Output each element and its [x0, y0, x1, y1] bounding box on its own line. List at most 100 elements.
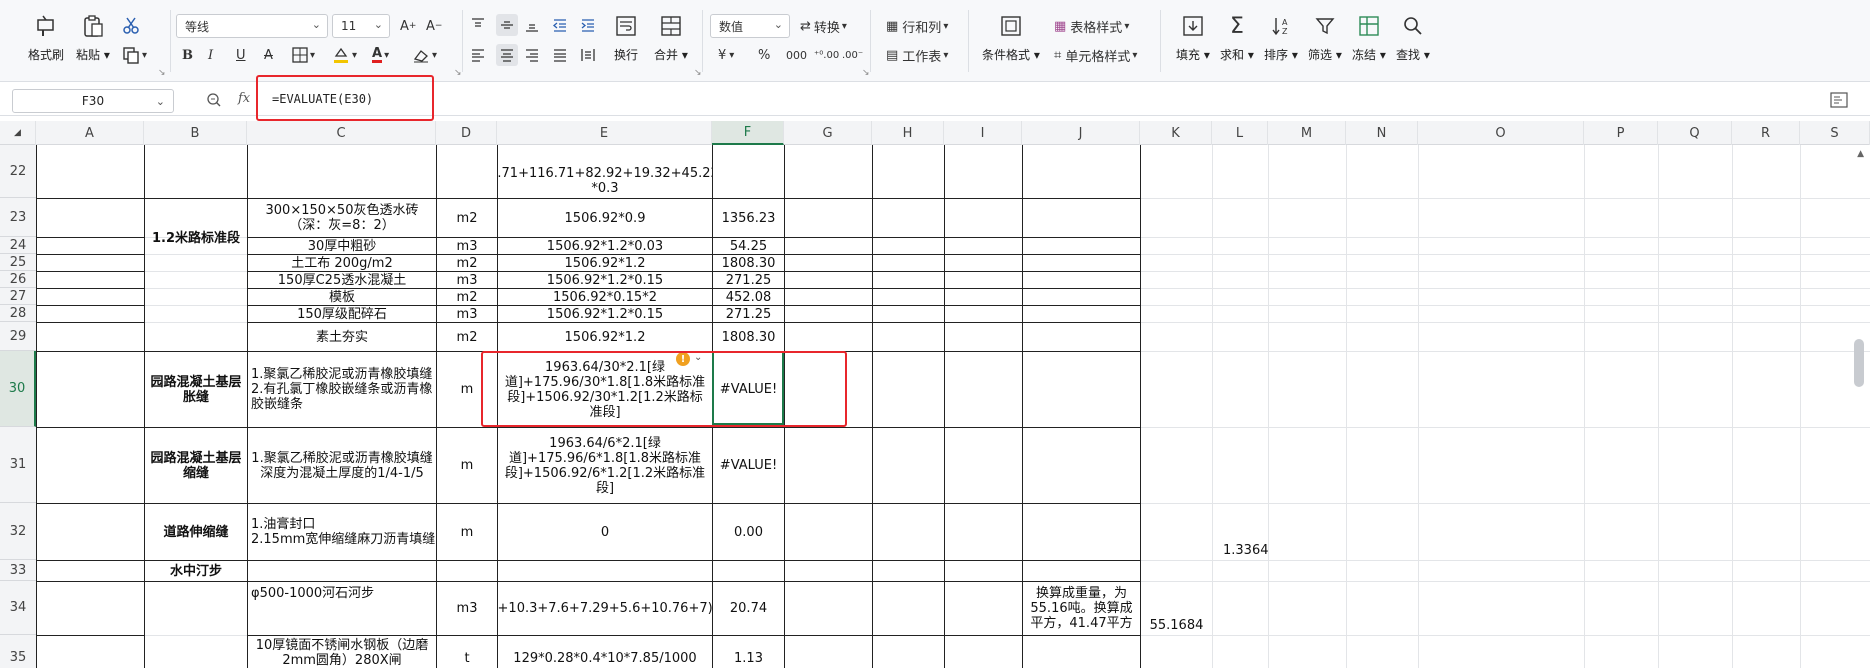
cell-b31[interactable]: 园路混凝土基层缩缝 — [145, 428, 247, 503]
cell-style-button[interactable]: ⌗ 单元格样式 ▾ — [1054, 44, 1137, 66]
number-format-dropdown[interactable]: 数值 ⌄ — [710, 14, 790, 38]
cell-b30[interactable]: 园路混凝土基层胀缝 — [145, 352, 247, 427]
cell-f31[interactable]: #VALUE! — [713, 428, 784, 503]
cell-b33[interactable]: 水中汀步 — [145, 561, 247, 581]
cell-f25[interactable]: 1808.30 — [713, 255, 784, 271]
percent-icon[interactable]: % — [758, 44, 770, 66]
sum-button[interactable]: Σ 求和 ▾ — [1220, 12, 1254, 63]
column-header-f[interactable]: F — [712, 121, 784, 145]
row-header-27[interactable]: 27 — [0, 288, 36, 305]
alignment-dialog-launcher[interactable]: ↘ — [694, 68, 702, 78]
cell-c30[interactable]: 1.聚氯乙稀胶泥或沥青橡胶填缝 2.有孔氯丁橡胶嵌缝条或沥青橡胶嵌缝条 — [248, 352, 436, 427]
row-header-35[interactable]: 35 — [0, 635, 36, 668]
row-header-33[interactable]: 33 — [0, 560, 36, 581]
increase-decimal-icon[interactable]: ⁺⁰.00 — [814, 44, 839, 66]
currency-icon[interactable]: ¥ ▾ — [718, 44, 734, 66]
filter-button[interactable]: 筛选 ▾ — [1308, 12, 1342, 63]
row-header-26[interactable]: 26 — [0, 271, 36, 288]
cell-f27[interactable]: 452.08 — [713, 289, 784, 305]
cut-icon[interactable] — [122, 14, 140, 36]
column-header-j[interactable]: J — [1022, 121, 1140, 145]
font-name-dropdown[interactable]: 等线 ⌄ — [176, 14, 328, 38]
cell-c24[interactable]: 30厚中粗砂 — [248, 238, 436, 254]
row-header-22[interactable]: 22 — [0, 145, 36, 198]
cell-d24[interactable]: m3 — [437, 238, 497, 254]
fx-icon[interactable]: fx — [238, 91, 250, 106]
column-header-o[interactable]: O — [1418, 121, 1584, 145]
row-header-28[interactable]: 28 — [0, 305, 36, 322]
cell-d29[interactable]: m2 — [437, 323, 497, 351]
column-header-i[interactable]: I — [944, 121, 1022, 145]
paste-button[interactable]: 粘贴 ▾ — [76, 12, 110, 63]
cell-e22[interactable]: +36.74+116.54+5.791+85.71+116.71+82.92+1… — [498, 146, 712, 198]
column-header-q[interactable]: Q — [1658, 121, 1732, 145]
cell-c31[interactable]: 1.聚氯乙稀胶泥或沥青橡胶填缝深度为混凝土厚度的1/4-1/5 — [248, 428, 436, 503]
column-header-b[interactable]: B — [144, 121, 247, 145]
cell-c23[interactable]: 300×150×50灰色透水砖（深：灰=8：2） — [248, 199, 436, 237]
cell-c26[interactable]: 150厚C25透水混凝土 — [248, 272, 436, 288]
name-box[interactable]: F30 ⌄ — [12, 89, 174, 113]
align-center-icon[interactable] — [496, 44, 518, 66]
cell-f23[interactable]: 1356.23 — [713, 199, 784, 237]
distribute-icon[interactable] — [580, 44, 596, 66]
convert-button[interactable]: ⇄ 转换 ▾ — [800, 15, 847, 37]
align-bottom-icon[interactable] — [524, 14, 540, 36]
italic-icon[interactable]: I — [208, 44, 213, 66]
select-all-corner[interactable]: ◢ — [0, 121, 36, 145]
copy-button[interactable]: ▾ — [122, 44, 147, 66]
align-left-icon[interactable] — [470, 44, 486, 66]
vertical-scrollbar[interactable] — [1854, 339, 1864, 387]
cell-d34[interactable]: m3 — [437, 582, 497, 635]
column-header-d[interactable]: D — [436, 121, 497, 145]
cell-f35[interactable]: 1.13 — [713, 636, 784, 668]
clear-format-icon[interactable]: ▾ — [412, 44, 437, 66]
cell-c28[interactable]: 150厚级配碎石 — [248, 306, 436, 322]
column-header-c[interactable]: C — [247, 121, 436, 145]
align-middle-icon[interactable] — [496, 14, 518, 36]
row-header-25[interactable]: 25 — [0, 254, 36, 271]
border-icon[interactable]: ▾ — [292, 44, 315, 66]
sort-button[interactable]: AZ 排序 ▾ — [1264, 12, 1298, 63]
column-header-n[interactable]: N — [1346, 121, 1418, 145]
cell-d32[interactable]: m — [437, 504, 497, 560]
cell-d31[interactable]: m — [437, 428, 497, 503]
column-header-r[interactable]: R — [1732, 121, 1800, 145]
cell-k34[interactable]: 55.1684 — [1141, 582, 1212, 635]
cell-d26[interactable]: m3 — [437, 272, 497, 288]
cell-c25[interactable]: 土工布 200g/m2 — [248, 255, 436, 271]
cell-d35[interactable]: t — [437, 636, 497, 668]
cell-c27[interactable]: 模板 — [248, 289, 436, 305]
cell-e29[interactable]: 1506.92*1.2 — [498, 323, 712, 351]
fill-color-icon[interactable]: ▾ — [332, 44, 357, 66]
cell-e35[interactable]: 129*0.28*0.4*10*7.85/1000 — [498, 636, 712, 668]
decrease-font-icon[interactable]: A − — [426, 15, 442, 37]
column-header-e[interactable]: E — [497, 121, 712, 145]
format-painter-button[interactable]: 格式刷 — [28, 12, 64, 63]
merge-button[interactable]: 合并 ▾ — [654, 12, 688, 63]
column-header-a[interactable]: A — [36, 121, 144, 145]
cell-f24[interactable]: 54.25 — [713, 238, 784, 254]
underline-icon[interactable]: U — [236, 44, 246, 66]
cell-f29[interactable]: 1808.30 — [713, 323, 784, 351]
scroll-up-icon[interactable]: ▲ — [1857, 149, 1864, 159]
number-dialog-launcher[interactable]: ↘ — [862, 68, 870, 78]
column-header-m[interactable]: M — [1268, 121, 1346, 145]
fill-button[interactable]: 填充 ▾ — [1176, 12, 1210, 63]
column-header-p[interactable]: P — [1584, 121, 1658, 145]
row-header-30[interactable]: 30 — [0, 351, 36, 427]
rows-cols-button[interactable]: ▦ 行和列 ▾ — [886, 15, 948, 37]
cell-d27[interactable]: m2 — [437, 289, 497, 305]
column-header-k[interactable]: K — [1140, 121, 1212, 145]
cell-e27[interactable]: 1506.92*0.15*2 — [498, 289, 712, 305]
align-top-icon[interactable] — [470, 14, 486, 36]
column-header-s[interactable]: S — [1800, 121, 1870, 145]
cell-f32[interactable]: 0.00 — [713, 504, 784, 560]
cell-f26[interactable]: 271.25 — [713, 272, 784, 288]
cell-d28[interactable]: m3 — [437, 306, 497, 322]
align-right-icon[interactable] — [524, 44, 540, 66]
cell-e34[interactable]: (7.7+5.8+11+7+9.2+7.5+10.3+7.6+7.29+5.6+… — [498, 582, 712, 635]
decrease-indent-icon[interactable] — [552, 14, 568, 36]
row-header-23[interactable]: 23 — [0, 198, 36, 237]
cell-d23[interactable]: m2 — [437, 199, 497, 237]
font-dialog-launcher[interactable]: ↘ — [454, 68, 462, 78]
